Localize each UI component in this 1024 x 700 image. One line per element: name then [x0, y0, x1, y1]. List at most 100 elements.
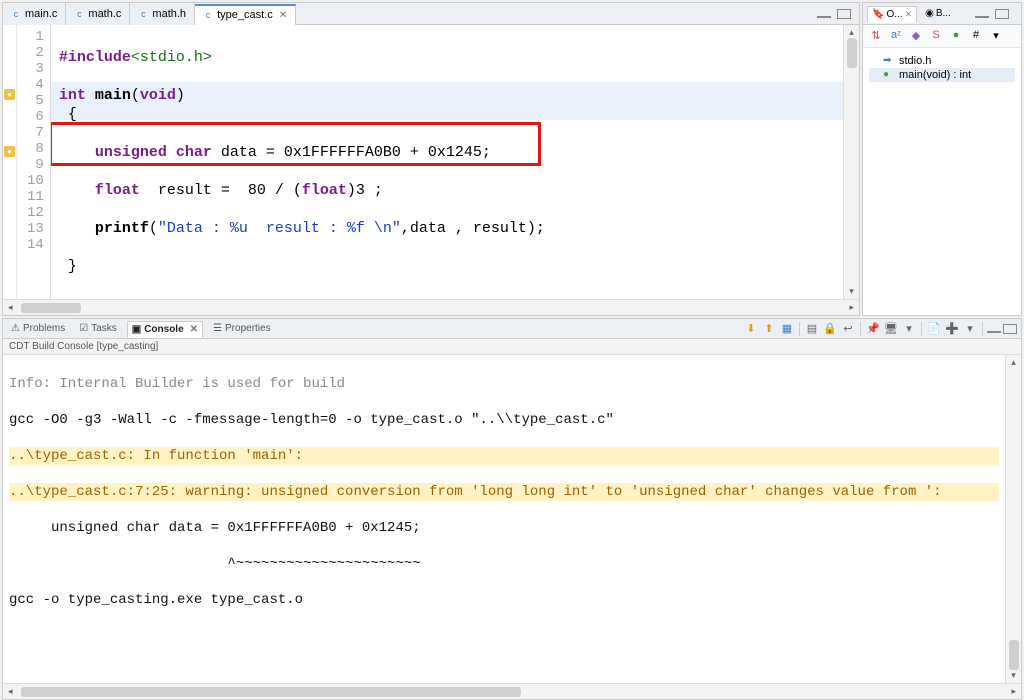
maximize-icon[interactable]: [995, 9, 1009, 19]
line-number: 13: [27, 221, 44, 237]
horizontal-scrollbar[interactable]: ◂ ▸: [3, 683, 1021, 699]
tab-label: O...: [886, 9, 902, 20]
scroll-right-icon[interactable]: ▸: [847, 302, 856, 313]
hide-fields-icon[interactable]: ◆: [909, 29, 923, 43]
console-line: ..\type_cast.c: In function 'main':: [9, 447, 999, 465]
line-number: 11: [27, 189, 44, 205]
scrollbar-thumb[interactable]: [1009, 640, 1019, 670]
hide-static-icon[interactable]: S: [929, 29, 943, 43]
outline-label: main(void) : int: [899, 69, 971, 81]
minimize-icon[interactable]: [975, 13, 989, 18]
code-line: #include<stdio.h>: [59, 48, 835, 67]
tab-build-targets[interactable]: ◉ B...: [921, 6, 955, 21]
line-number: 7: [27, 125, 44, 141]
warning-marker[interactable]: ●: [4, 89, 15, 100]
close-icon[interactable]: ✕: [279, 10, 287, 21]
console-line: gcc -o type_casting.exe type_cast.o: [9, 591, 999, 609]
scrollbar-thumb[interactable]: [21, 687, 521, 697]
code-line: }: [59, 257, 835, 276]
az-sort-icon[interactable]: aᶻ: [889, 29, 903, 43]
properties-icon: ☰: [213, 323, 222, 334]
scroll-down-icon[interactable]: ▾: [1009, 670, 1018, 681]
code-line: int main(void): [59, 86, 835, 105]
outline-item-main[interactable]: ● main(void) : int: [869, 68, 1015, 82]
tab-console[interactable]: ▣Console✕: [127, 321, 203, 338]
next-error-icon[interactable]: ⬆: [761, 321, 777, 337]
show-errors-icon[interactable]: ▦: [779, 321, 795, 337]
scroll-right-icon[interactable]: ▸: [1009, 686, 1018, 697]
tab-label: Properties: [225, 323, 271, 334]
tab-label: math.h: [152, 8, 186, 20]
function-icon: ●: [883, 69, 895, 81]
code-line: [59, 29, 835, 48]
scroll-up-icon[interactable]: ▴: [847, 27, 856, 38]
scroll-up-icon[interactable]: ▴: [1009, 357, 1018, 368]
code-line: [59, 124, 835, 143]
tab-outline[interactable]: 🔖 O... ✕: [867, 6, 917, 23]
tab-label: B...: [936, 8, 951, 19]
outline-label: stdio.h: [899, 55, 931, 67]
open-console-icon[interactable]: 📄: [926, 321, 942, 337]
console-line: [9, 627, 999, 645]
pin-console-icon[interactable]: 📌: [865, 321, 881, 337]
warning-marker[interactable]: ●: [4, 146, 15, 157]
display-selected-icon[interactable]: 🖥: [883, 321, 899, 337]
wrap-icon[interactable]: ↩: [840, 321, 856, 337]
outline-toolbar: ⇅ aᶻ ◆ S ● # ▾: [863, 25, 1021, 48]
scroll-left-icon[interactable]: ◂: [6, 302, 15, 313]
console-line-warning: ..\type_cast.c:7:25: warning: unsigned c…: [9, 483, 999, 501]
maximize-icon[interactable]: [1003, 324, 1017, 334]
code-line: [59, 238, 835, 257]
vertical-scrollbar[interactable]: ▴ ▾: [843, 25, 859, 299]
minimize-icon[interactable]: [987, 328, 1001, 333]
vertical-scrollbar[interactable]: ▴ ▾: [1005, 355, 1021, 683]
tab-math-h[interactable]: c math.h: [130, 3, 195, 25]
outline-item-include[interactable]: ➡ stdio.h: [869, 54, 1015, 68]
menu-icon[interactable]: ▾: [989, 29, 1003, 43]
console-line: unsigned char data = 0x1FFFFFFA0B0 + 0x1…: [9, 519, 999, 537]
tab-math-c[interactable]: c math.c: [66, 3, 130, 25]
code-line: [59, 200, 835, 219]
console-line: ^~~~~~~~~~~~~~~~~~~~~~~: [9, 555, 999, 573]
close-icon[interactable]: ✕: [905, 9, 913, 20]
code-area[interactable]: #include<stdio.h> int main(void) { unsig…: [51, 25, 843, 299]
sort-icon[interactable]: ⇅: [869, 29, 883, 43]
line-number: 10: [27, 173, 44, 189]
scroll-down-icon[interactable]: ▾: [847, 286, 856, 297]
line-number-gutter: 1 2 3 4 5 6 7 8 9 10 11 12 13 14: [17, 25, 51, 299]
clear-console-icon[interactable]: ▤: [804, 321, 820, 337]
scrollbar-thumb[interactable]: [847, 38, 857, 68]
code-line: [59, 162, 835, 181]
new-console-icon[interactable]: ➕: [944, 321, 960, 337]
tab-type-cast-c[interactable]: c type_cast.c ✕: [195, 4, 296, 26]
c-file-icon: c: [203, 10, 213, 20]
console-line: gcc -O0 -g3 -Wall -c -fmessage-length=0 …: [9, 411, 999, 429]
minimize-icon[interactable]: [817, 13, 831, 18]
tab-problems[interactable]: ⚠Problems: [7, 321, 69, 336]
chevron-down-icon[interactable]: ▾: [901, 321, 917, 337]
tab-properties[interactable]: ☰Properties: [209, 321, 275, 336]
line-number: 4: [27, 77, 44, 93]
line-number: 1: [27, 29, 44, 45]
line-number: 12: [27, 205, 44, 221]
console-output[interactable]: Info: Internal Builder is used for build…: [3, 355, 1005, 683]
horizontal-scrollbar[interactable]: ◂ ▸: [3, 299, 859, 315]
filter-icon[interactable]: #: [969, 29, 983, 43]
maximize-icon[interactable]: [837, 9, 851, 19]
close-icon[interactable]: ✕: [190, 324, 198, 335]
tab-main-c[interactable]: c main.c: [3, 3, 66, 25]
console-line: Info: Internal Builder is used for build: [9, 375, 999, 393]
hide-nonpublic-icon[interactable]: ●: [949, 29, 963, 43]
c-file-icon: c: [11, 9, 21, 19]
code-line: [59, 276, 835, 295]
scroll-lock-icon[interactable]: 🔒: [822, 321, 838, 337]
marker-column: ● ●: [3, 25, 17, 299]
scroll-left-icon[interactable]: ◂: [6, 686, 15, 697]
tab-tasks[interactable]: ☑Tasks: [75, 321, 121, 336]
tab-label: Console: [144, 324, 183, 335]
prev-error-icon[interactable]: ⬇: [743, 321, 759, 337]
chevron-down-icon[interactable]: ▾: [962, 321, 978, 337]
outline-icon: 🔖: [872, 9, 884, 20]
code-line: [59, 67, 835, 86]
scrollbar-thumb[interactable]: [21, 303, 81, 313]
